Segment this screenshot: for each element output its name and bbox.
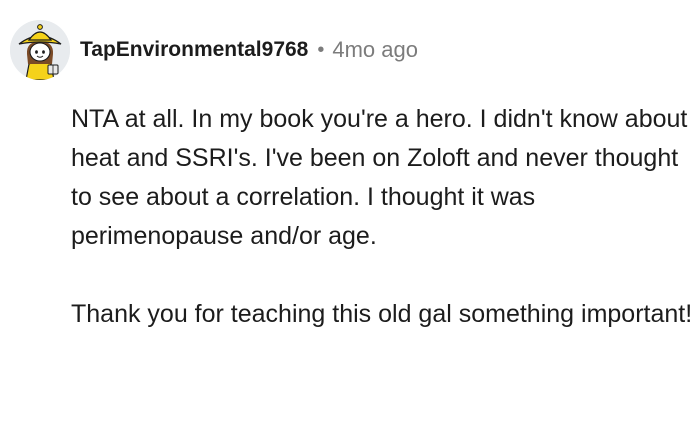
- meta-separator: •: [317, 38, 325, 61]
- comment: TapEnvironmental9768 • 4mo ago NTA at al…: [0, 0, 700, 436]
- comment-paragraph: Thank you for teaching this old gal some…: [71, 300, 693, 328]
- comment-header: TapEnvironmental9768 • 4mo ago: [10, 12, 418, 88]
- comment-body: NTA at all. In my book you're a hero. I …: [71, 100, 696, 334]
- snoo-yellow-raincoat-avatar-icon[interactable]: [10, 20, 70, 80]
- author-username[interactable]: TapEnvironmental9768: [80, 38, 308, 62]
- comment-paragraph: NTA at all. In my book you're a hero. I …: [71, 105, 688, 250]
- comment-timestamp[interactable]: 4mo ago: [332, 37, 418, 63]
